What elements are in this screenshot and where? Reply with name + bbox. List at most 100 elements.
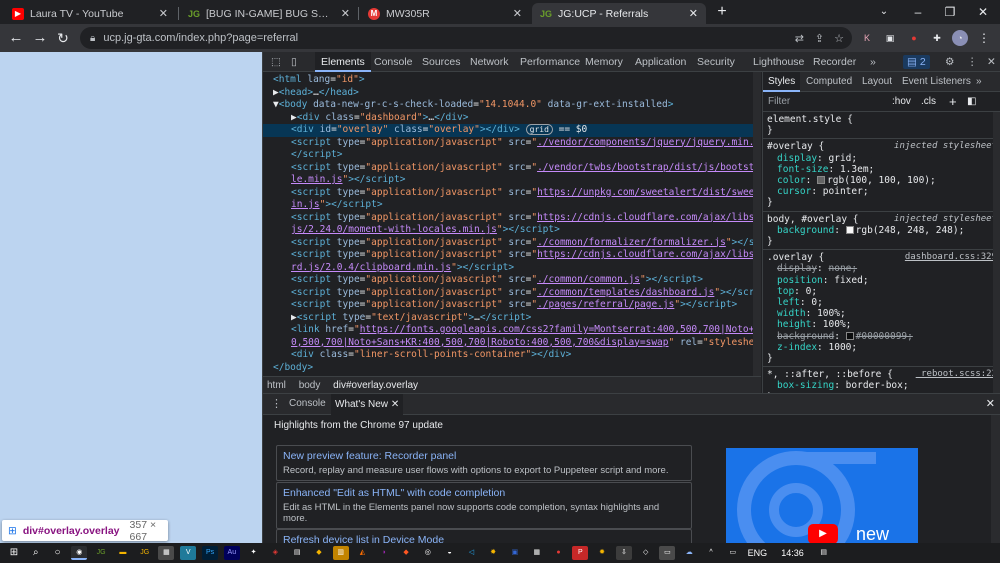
dom-node-line[interactable]: ▼<body data-new-gr-c-s-check-loaded="14.…: [263, 99, 753, 112]
extensions-puzzle-icon[interactable]: ✚: [929, 30, 945, 46]
rule-source[interactable]: dashboard.css:329: [905, 252, 997, 263]
chrome-taskbar-icon[interactable]: ◉: [71, 546, 88, 560]
dom-node-line[interactable]: <link href="https://fonts.googleapis.com…: [263, 324, 753, 337]
style-property[interactable]: left: 0;: [767, 297, 997, 308]
forward-button[interactable]: →: [30, 28, 50, 48]
new-tab-button[interactable]: +: [712, 3, 732, 21]
styles-filter-input[interactable]: Filter: [768, 92, 790, 112]
tab-referrals[interactable]: JG JG:UCP - Referrals ✕: [532, 3, 706, 24]
style-property[interactable]: position: fixed;: [767, 275, 997, 286]
tab-network[interactable]: Network: [464, 52, 515, 72]
app-taskbar-icon[interactable]: ◆: [398, 546, 414, 560]
hov-toggle[interactable]: :hov: [892, 92, 911, 112]
dom-node-line[interactable]: <script type="application/javascript" sr…: [263, 237, 753, 250]
drawer-tab-whats-new[interactable]: What's New ✕: [331, 394, 404, 415]
app-taskbar-icon[interactable]: ●: [551, 546, 567, 560]
tab-lighthouse[interactable]: Lighthouse: [747, 52, 810, 72]
style-rule[interactable]: *, ::after, ::before {_reboot.scss:22 box…: [763, 367, 1000, 393]
rule-source[interactable]: injected stylesheet: [894, 141, 997, 152]
windows-start-icon[interactable]: ⊞: [6, 546, 22, 560]
tab-computed[interactable]: Computed: [801, 72, 857, 92]
dom-node-line[interactable]: <script type="application/javascript" sr…: [263, 299, 753, 312]
tab-youtube[interactable]: ▶ Laura TV - YouTube ✕: [4, 3, 176, 24]
close-icon[interactable]: ✕: [341, 7, 350, 20]
toggle-sidebar-icon[interactable]: ◧: [967, 92, 976, 112]
language-indicator[interactable]: ENG: [748, 548, 768, 558]
extension-record-icon[interactable]: ●: [906, 30, 922, 46]
feature-title[interactable]: Refresh device list in Device Mode: [283, 534, 685, 543]
tab-styles[interactable]: Styles: [763, 72, 801, 92]
tab-layout[interactable]: Layout: [857, 72, 897, 92]
profile-avatar[interactable]: ◔: [952, 30, 968, 46]
dom-node-line[interactable]: <html lang="id">: [263, 74, 753, 87]
style-property[interactable]: width: 100%;: [767, 308, 997, 319]
dom-node-line[interactable]: <script type="application/javascript" sr…: [263, 162, 753, 175]
v-app-taskbar-icon[interactable]: V: [180, 546, 197, 560]
extension-k-icon[interactable]: K: [859, 30, 875, 46]
tab-search-icon[interactable]: ⌄: [874, 3, 894, 21]
tab-event-listeners[interactable]: Event Listeners: [897, 72, 976, 92]
style-property[interactable]: font-size: 1.3em;: [767, 164, 997, 175]
style-property[interactable]: color: rgb(100, 100, 100);: [767, 175, 997, 186]
drawer-close-icon[interactable]: ✕: [986, 397, 995, 410]
cls-toggle[interactable]: .cls: [921, 92, 936, 112]
app-taskbar-icon[interactable]: ✦: [246, 546, 262, 560]
folder-taskbar-icon[interactable]: ▬: [115, 546, 131, 560]
style-property[interactable]: background: rgb(248, 248, 248);: [767, 225, 997, 236]
tab-elements[interactable]: Elements: [315, 52, 371, 72]
app-taskbar-icon[interactable]: ◒: [442, 546, 458, 560]
dom-node-line[interactable]: js/2.24.0/moment-with-locales.min.js"></…: [263, 224, 753, 237]
dom-node-line[interactable]: ▶<script type="text/javascript">…</scrip…: [263, 312, 753, 325]
tray-chevron-icon[interactable]: ^: [703, 546, 719, 560]
dom-node-line[interactable]: <div class="liner-scroll-points-containe…: [263, 349, 753, 362]
style-property[interactable]: display: none;: [767, 263, 997, 274]
tab-memory[interactable]: Memory: [579, 52, 629, 72]
breadcrumb-overlay[interactable]: div#overlay.overlay: [333, 380, 418, 391]
translate-icon[interactable]: ⇄: [795, 32, 804, 45]
dom-node-line[interactable]: <script type="application/javascript" sr…: [263, 187, 753, 200]
terminal-taskbar-icon[interactable]: ▭: [659, 546, 676, 560]
close-icon[interactable]: ✕: [159, 7, 168, 20]
jg-app-taskbar-icon[interactable]: JG: [137, 546, 153, 560]
dom-node-line[interactable]: ▶<div class="dashboard">…</div>: [263, 112, 753, 125]
drawer-menu-icon[interactable]: ⋮: [271, 397, 282, 410]
style-property[interactable]: z-index: 1000;: [767, 342, 997, 353]
style-property[interactable]: background: #00000099;: [767, 331, 997, 342]
dom-node-line[interactable]: <script type="application/javascript" sr…: [263, 249, 753, 262]
style-property[interactable]: height: 100%;: [767, 319, 997, 330]
style-property[interactable]: top: 0;: [767, 286, 997, 297]
dom-node-line[interactable]: ▶<head>…</head>: [263, 87, 753, 100]
style-property[interactable]: cursor: pointer;: [767, 186, 997, 197]
dom-node-line[interactable]: <script type="application/javascript" sr…: [263, 274, 753, 287]
issues-badge[interactable]: ▤ 2: [903, 55, 930, 69]
clock[interactable]: 14:36: [781, 548, 804, 558]
app-taskbar-icon[interactable]: ▤: [289, 546, 305, 560]
more-tabs-chevron-icon[interactable]: »: [864, 52, 882, 72]
feature-title[interactable]: New preview feature: Recorder panel: [283, 450, 685, 463]
dom-node-line[interactable]: </script>: [263, 149, 753, 162]
task-view-icon[interactable]: ○: [50, 546, 66, 560]
reload-button[interactable]: ↻: [53, 28, 73, 48]
feature-title[interactable]: Enhanced "Edit as HTML" with code comple…: [283, 487, 685, 500]
app-taskbar-icon[interactable]: ◆: [311, 546, 327, 560]
feature-card[interactable]: Enhanced "Edit as HTML" with code comple…: [276, 482, 692, 529]
feature-card[interactable]: Refresh device list in Device Mode: [276, 529, 692, 543]
display-tray-icon[interactable]: ▭: [725, 546, 741, 560]
bookmark-star-icon[interactable]: ☆: [834, 32, 844, 45]
inspect-element-icon[interactable]: ⬚: [265, 52, 287, 72]
breadcrumb-body[interactable]: body: [299, 380, 321, 391]
notification-icon[interactable]: ▤: [816, 546, 832, 560]
app-taskbar-icon[interactable]: ▦: [158, 546, 175, 560]
dom-node-line[interactable]: le.min.js"></script>: [263, 174, 753, 187]
style-property[interactable]: display: grid;: [767, 153, 997, 164]
dom-node-line[interactable]: <script type="application/javascript" sr…: [263, 287, 753, 300]
styles-scrollbar[interactable]: [993, 112, 1000, 393]
app-taskbar-icon[interactable]: ▥: [332, 546, 349, 560]
devtools-close-icon[interactable]: ✕: [981, 52, 1000, 72]
dom-node-line[interactable]: <div id="overlay" class="overlay"></div>…: [263, 124, 753, 137]
app-taskbar-icon[interactable]: P: [572, 546, 589, 560]
extension-grid-icon[interactable]: ▣: [882, 30, 898, 46]
style-rule[interactable]: body, #overlay {injected stylesheet backg…: [763, 212, 1000, 251]
drawer-tab-console[interactable]: Console: [289, 398, 326, 409]
style-rule[interactable]: element.style {}: [763, 112, 1000, 140]
